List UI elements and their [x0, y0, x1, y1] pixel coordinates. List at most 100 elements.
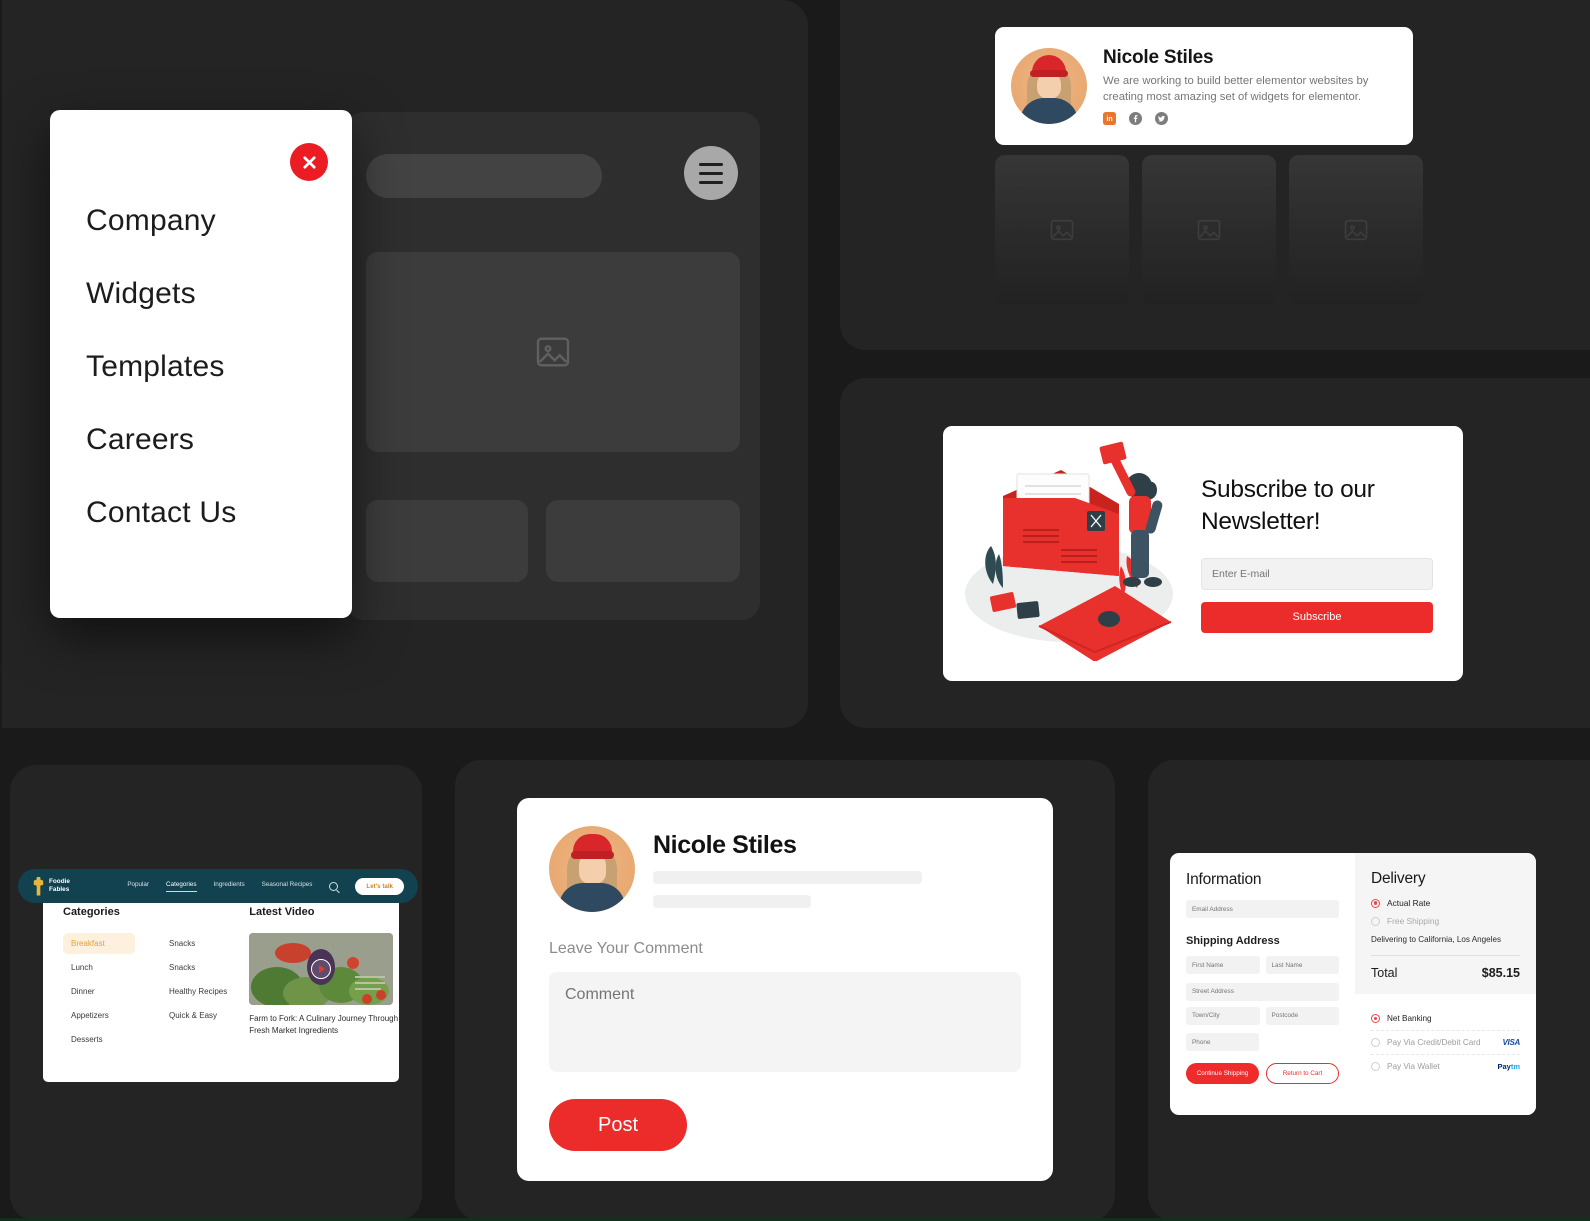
comment-textarea[interactable]	[549, 972, 1021, 1072]
categories-column-2: Snacks Snacks Healthy Recipes Quick & Ea…	[161, 933, 235, 1053]
menu-list: Company Widgets Templates Careers Contac…	[86, 206, 332, 528]
delivery-heading: Delivery	[1371, 870, 1426, 887]
category-snacks-2[interactable]: Snacks	[161, 957, 235, 978]
menu-item-contact-us[interactable]: Contact Us	[86, 498, 332, 528]
delivery-option-free-shipping[interactable]: Free Shipping	[1371, 916, 1520, 926]
payment-option-wallet[interactable]: Pay Via Wallet Paytm	[1371, 1055, 1520, 1078]
option-label: Pay Via Wallet	[1387, 1062, 1440, 1071]
last-name-field[interactable]	[1265, 956, 1339, 974]
total-label: Total	[1371, 966, 1398, 980]
play-icon[interactable]	[311, 959, 332, 979]
video-caption: Farm to Fork: A Culinary Journey Through…	[249, 1014, 399, 1035]
profile-card: Nicole Stiles We are working to build be…	[995, 27, 1413, 145]
image-gallery	[995, 155, 1423, 305]
radio-icon	[1371, 1014, 1380, 1023]
close-icon[interactable]	[290, 143, 328, 181]
social-links: in	[1103, 112, 1397, 126]
option-label: Net Banking	[1387, 1014, 1432, 1023]
skeleton-line	[653, 870, 922, 884]
logo-line-2: Fables	[49, 886, 70, 893]
town-city-field[interactable]	[1186, 1006, 1260, 1025]
hamburger-menu-icon[interactable]	[684, 146, 738, 200]
newsletter-email-input[interactable]	[1201, 557, 1433, 590]
payment-option-net-banking[interactable]: Net Banking	[1371, 1007, 1520, 1031]
menu-item-careers[interactable]: Careers	[86, 425, 332, 455]
shipping-address-heading: Shipping Address	[1186, 935, 1280, 947]
screenshot-stage: Company Widgets Templates Careers Contac…	[0, 0, 1590, 1221]
option-label: Free Shipping	[1387, 916, 1440, 926]
payment-option-card[interactable]: Pay Via Credit/Debit Card VISA	[1371, 1031, 1520, 1055]
categories-column-1: Breakfast Lunch Dinner Appetizers Desser…	[63, 933, 135, 1053]
checkout-card: Information Shipping Address Continue Sh…	[1170, 853, 1536, 1115]
category-quick-easy[interactable]: Quick & Easy	[161, 1005, 235, 1026]
visa-icon: VISA	[1502, 1038, 1521, 1047]
category-breakfast[interactable]: Breakfast	[63, 933, 135, 954]
search-icon[interactable]	[329, 881, 339, 891]
category-lunch[interactable]: Lunch	[63, 957, 135, 978]
avatar	[1011, 48, 1087, 124]
comment-showcase-panel: Nicole Stiles Leave Your Comment Post	[455, 760, 1115, 1221]
menu-showcase-panel: Company Widgets Templates Careers Contac…	[2, 0, 808, 728]
newsletter-illustration	[943, 426, 1201, 681]
video-thumbnail[interactable]	[249, 933, 394, 1005]
category-snacks-1[interactable]: Snacks	[161, 933, 235, 954]
facebook-icon[interactable]	[1129, 112, 1142, 126]
delivery-section: Delivery Actual Rate Free Shipping Deliv…	[1355, 853, 1536, 994]
offcanvas-menu: Company Widgets Templates Careers Contac…	[50, 110, 352, 618]
phone-field[interactable]	[1186, 1033, 1260, 1051]
foodie-logo[interactable]: Foodie Fables	[32, 876, 70, 896]
street-address-field[interactable]	[1186, 982, 1339, 1001]
lets-talk-button[interactable]: Let's talk	[355, 877, 404, 895]
image-placeholder-icon	[1197, 219, 1221, 241]
linkedin-icon[interactable]: in	[1103, 112, 1116, 126]
category-healthy-recipes[interactable]: Healthy Recipes	[161, 981, 235, 1002]
information-section: Information Shipping Address Continue Sh…	[1170, 853, 1355, 1115]
delivery-option-actual-rate[interactable]: Actual Rate	[1371, 898, 1520, 908]
logo-line-1: Foodie	[49, 878, 70, 886]
continue-shipping-button[interactable]: Continue Shipping	[1186, 1063, 1259, 1084]
gallery-thumb[interactable]	[995, 155, 1129, 305]
newsletter-showcase-panel: Subscribe to our Newsletter! Subscribe	[840, 378, 1590, 728]
menu-item-company[interactable]: Company	[86, 206, 332, 236]
information-heading: Information	[1186, 871, 1262, 888]
wireframe-search-bar[interactable]	[366, 154, 602, 198]
nav-categories[interactable]: Categories	[166, 881, 197, 892]
menu-item-templates[interactable]: Templates	[86, 352, 332, 382]
gallery-thumb[interactable]	[1142, 155, 1276, 305]
foodie-logo-text: Foodie Fables	[49, 878, 70, 894]
first-name-field[interactable]	[1186, 956, 1260, 974]
post-button[interactable]: Post	[549, 1099, 687, 1151]
subscribe-button[interactable]: Subscribe	[1201, 601, 1433, 633]
category-appetizers[interactable]: Appetizers	[63, 1005, 135, 1026]
newsletter-card: Subscribe to our Newsletter! Subscribe	[943, 426, 1463, 681]
checkout-showcase-panel: Information Shipping Address Continue Sh…	[1148, 760, 1590, 1221]
email-field[interactable]	[1186, 900, 1339, 918]
nav-seasonal-recipes[interactable]: Seasonal Recipes	[262, 881, 313, 891]
wireframe-card-right	[546, 500, 740, 582]
category-desserts[interactable]: Desserts	[63, 1029, 135, 1050]
wireframe-preview	[346, 112, 760, 620]
svg-text:in: in	[1106, 116, 1112, 123]
comment-card: Nicole Stiles Leave Your Comment Post	[517, 798, 1053, 1181]
categories-heading: Categories	[63, 906, 120, 918]
profile-bio: We are working to build better elementor…	[1103, 74, 1369, 103]
gallery-thumb[interactable]	[1289, 155, 1423, 305]
menu-item-widgets[interactable]: Widgets	[86, 279, 332, 309]
wireframe-card-left	[366, 500, 528, 582]
twitter-icon[interactable]	[1155, 112, 1168, 126]
newsletter-title: Subscribe to our Newsletter!	[1201, 476, 1375, 535]
divider	[1371, 955, 1520, 956]
postcode-field[interactable]	[1265, 1006, 1339, 1025]
total-value: $85.15	[1481, 966, 1520, 980]
image-placeholder-icon	[1344, 219, 1368, 241]
avatar	[549, 826, 635, 912]
nav-ingredients[interactable]: Ingredients	[214, 881, 245, 891]
image-placeholder-icon	[536, 337, 570, 367]
return-to-cart-button[interactable]: Return to Cart	[1265, 1063, 1339, 1084]
comment-label: Leave Your Comment	[549, 940, 703, 957]
foodie-content: Categories Breakfast Lunch Dinner Appeti…	[43, 888, 399, 1082]
wireframe-hero-image	[366, 252, 740, 452]
nav-popular[interactable]: Popular	[127, 881, 149, 891]
category-dinner[interactable]: Dinner	[63, 981, 135, 1002]
radio-icon	[1371, 916, 1380, 926]
